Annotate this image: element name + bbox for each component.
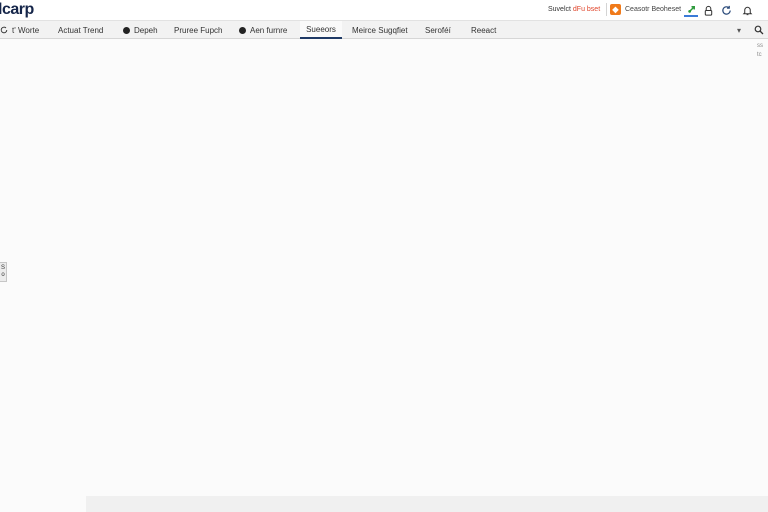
feature-button[interactable]: ◆ Ceasotr Beoheset [610, 3, 681, 16]
tabs-search[interactable] [753, 24, 765, 36]
brand-logo[interactable]: lcarp [0, 0, 34, 19]
tab-serofei[interactable]: Seroféí [425, 21, 451, 39]
notifications-button[interactable] [740, 3, 754, 17]
tab-label: Depeh [134, 25, 158, 35]
refresh-icon [0, 26, 8, 34]
lock-icon [704, 5, 712, 16]
tab-meirce-sugqfiet[interactable]: Meirce Sugqfiet [352, 21, 408, 39]
side-labels: ss tc [757, 42, 763, 60]
tab-depeh[interactable]: Depeh [123, 21, 158, 39]
header-divider [606, 3, 607, 16]
tab-label: Aen furnre [250, 25, 288, 35]
tab-label: Actuat Trend [58, 25, 104, 35]
side-panel-toggle[interactable]: S o [0, 262, 7, 282]
search-icon [754, 25, 764, 35]
tab-sueeors[interactable]: Sueeors [300, 21, 342, 39]
side-label: tc [757, 52, 762, 58]
tab-label: Pruree Fupch [174, 25, 223, 35]
cube-icon: ◆ [610, 4, 621, 15]
dot-icon [123, 26, 130, 34]
tab-worte[interactable]: t' Worte [0, 21, 39, 39]
side-label: ss [757, 43, 763, 49]
feature-label: Ceasotr Beoheset [625, 6, 682, 13]
search-link-prefix: Suvelct [548, 6, 573, 13]
tab-reeact[interactable]: Reeact [471, 21, 496, 39]
search-link[interactable]: Suvelct dFu bset [548, 5, 600, 14]
tab-label: Sueeors [306, 24, 336, 34]
pin-button[interactable] [684, 3, 698, 17]
tab-actuat-trend[interactable]: Actuat Trend [58, 21, 103, 39]
toggle-label: S [0, 265, 5, 271]
tab-label: Meirce Sugqfiet [352, 25, 408, 35]
toggle-label: o [1, 272, 5, 278]
pin-icon [687, 5, 695, 13]
tab-aen-furnre[interactable]: Aen furnre [239, 21, 287, 39]
lock-button[interactable] [701, 3, 715, 17]
bell-icon [742, 6, 752, 15]
tab-pruree-fupch[interactable]: Pruree Fupch [174, 21, 222, 39]
footer-strip [86, 496, 768, 512]
tab-label: t' Worte [12, 25, 40, 35]
tabs-dropdown[interactable]: ▾ [733, 24, 745, 36]
refresh-button[interactable] [719, 3, 733, 17]
chevron-down-icon: ▾ [736, 25, 741, 35]
refresh-icon [721, 5, 731, 15]
dot-icon [239, 26, 246, 34]
search-link-accent: dFu bset [572, 6, 601, 13]
tab-label: Reeact [471, 25, 497, 35]
top-bar: lcarp Suvelct dFu bset ◆ Ceasotr Beohese… [0, 0, 768, 20]
tab-label: Seroféí [425, 25, 451, 35]
tab-bar: t' Worte Actuat Trend Depeh Pruree Fupch… [0, 20, 768, 39]
